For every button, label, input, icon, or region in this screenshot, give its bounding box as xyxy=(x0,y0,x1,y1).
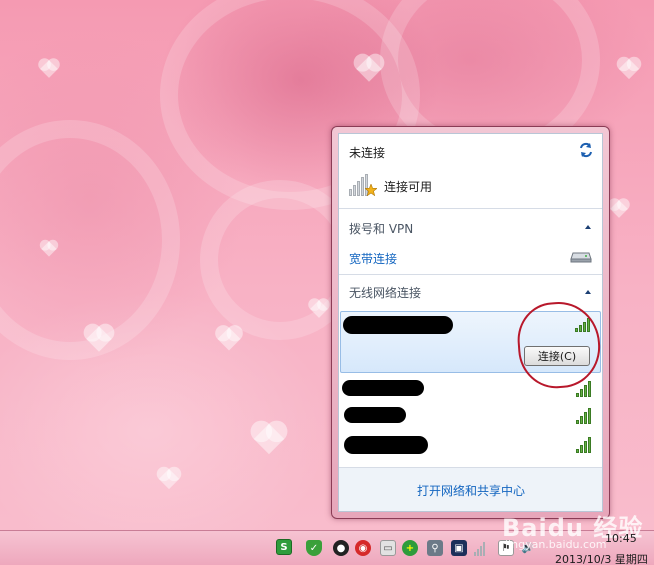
usb-icon[interactable]: ⚲ xyxy=(427,540,443,556)
wifi-signal-icon xyxy=(576,437,591,453)
network-name-redacted xyxy=(343,316,453,334)
heart-icon xyxy=(217,327,241,351)
divider xyxy=(339,208,602,209)
network-tray-icon[interactable] xyxy=(474,542,485,556)
broadband-connection-link[interactable]: 宽带连接 xyxy=(349,250,397,267)
wireless-network-item[interactable] xyxy=(340,432,601,458)
heart-icon xyxy=(253,423,285,455)
divider xyxy=(339,274,602,275)
heart-icon xyxy=(40,60,58,78)
shield-icon[interactable]: ✓ xyxy=(306,540,322,556)
dialup-section-title: 拨号和 VPN xyxy=(349,222,414,236)
chevron-up-icon[interactable] xyxy=(585,290,591,294)
network-name-redacted xyxy=(344,436,428,454)
qq-penguin-icon[interactable]: ● xyxy=(333,540,349,556)
refresh-icon[interactable] xyxy=(578,142,594,158)
plus-icon[interactable]: + xyxy=(402,540,418,556)
watermark-url: jingyan.baidu.com xyxy=(505,538,607,551)
connection-available-label: 连接可用 xyxy=(384,180,433,194)
modem-icon xyxy=(570,252,592,263)
heart-icon xyxy=(618,58,640,80)
network-name-redacted xyxy=(342,380,424,396)
chevron-up-icon[interactable] xyxy=(585,225,591,229)
heart-icon xyxy=(158,468,180,490)
display-icon[interactable]: ▣ xyxy=(451,540,467,556)
record-icon[interactable]: ◉ xyxy=(355,540,371,556)
connection-status-title: 未连接 xyxy=(349,146,386,160)
clock-date[interactable]: 2013/10/3 星期四 xyxy=(555,551,648,565)
clock-time[interactable]: 10:45 xyxy=(605,532,637,545)
heart-icon xyxy=(610,200,628,218)
disk-icon[interactable]: ▭ xyxy=(380,540,396,556)
security-s-icon[interactable]: S xyxy=(276,539,292,555)
wireless-network-item[interactable] xyxy=(340,403,601,429)
network-name-redacted xyxy=(344,407,406,423)
wifi-signal-icon xyxy=(576,408,591,424)
wireless-section-title: 无线网络连接 xyxy=(349,286,422,300)
flyout-footer: 打开网络和共享中心 xyxy=(339,467,602,511)
star-badge-icon xyxy=(365,184,377,196)
open-network-sharing-center-link[interactable]: 打开网络和共享中心 xyxy=(417,482,525,499)
